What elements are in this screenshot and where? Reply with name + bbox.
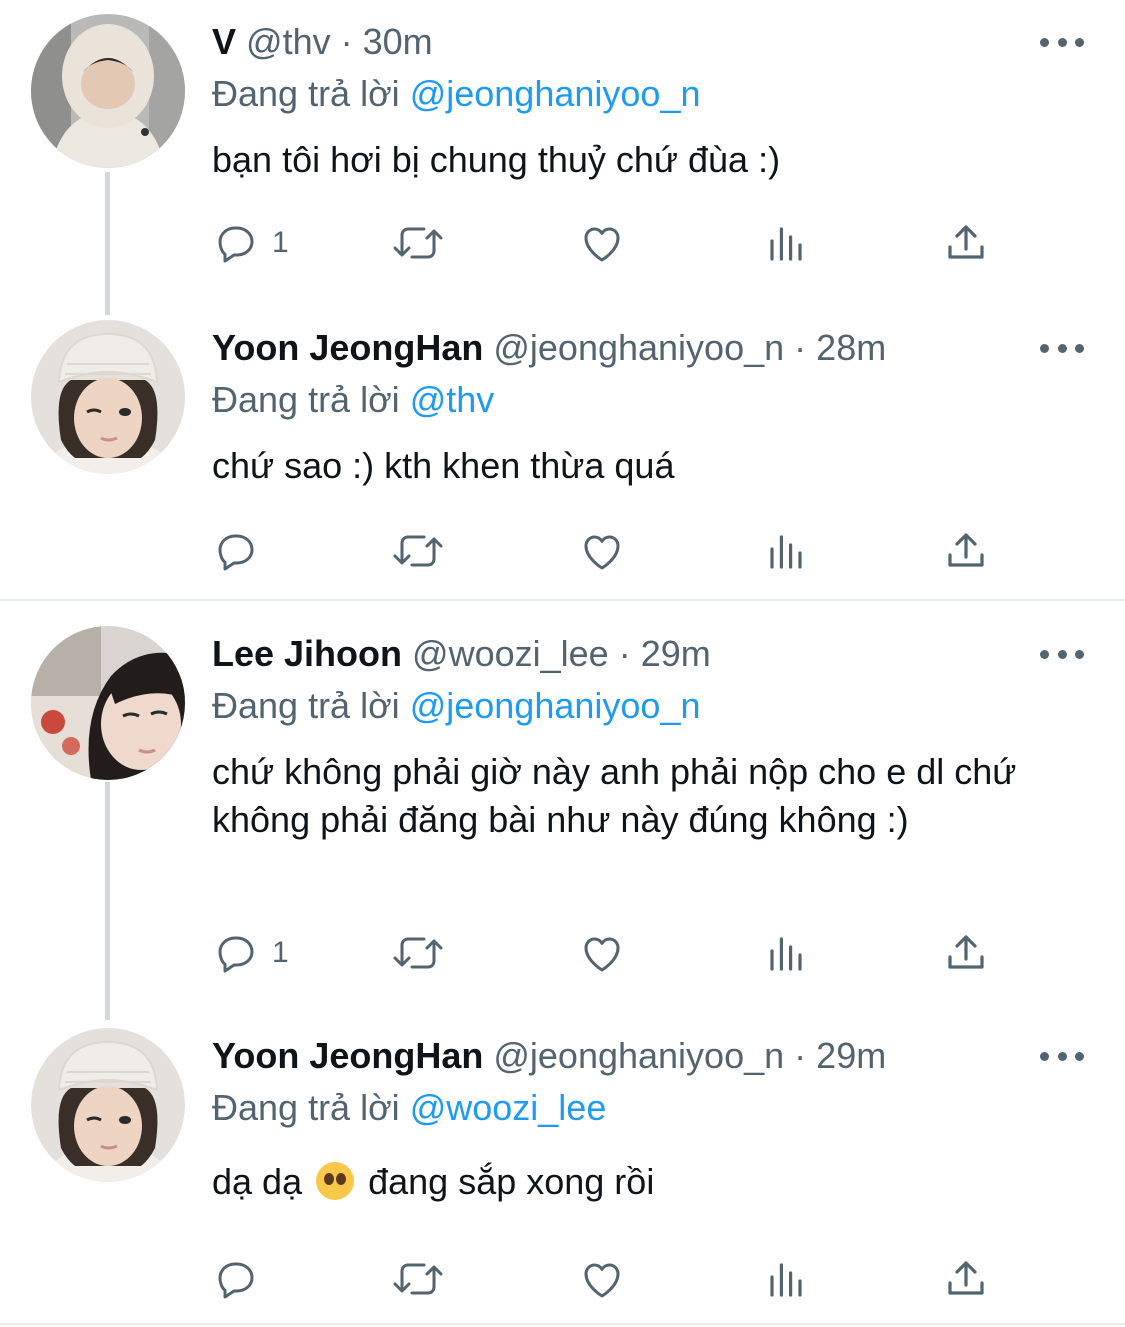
tweet-actions bbox=[212, 1254, 1012, 1304]
tweet-text: dạ dạ đang sắp xong rồi bbox=[212, 1158, 1092, 1206]
replying-to: Đang trả lời @jeonghaniyoo_n bbox=[212, 684, 700, 728]
share-button[interactable] bbox=[942, 928, 990, 978]
reply-icon bbox=[218, 1262, 254, 1299]
replying-to-handle[interactable]: @woozi_lee bbox=[410, 1087, 607, 1128]
tweet-actions bbox=[212, 526, 1012, 576]
replying-label: Đang trả lời bbox=[212, 1087, 400, 1128]
separator: · bbox=[618, 633, 631, 674]
replying-label: Đang trả lời bbox=[212, 685, 400, 726]
replying-to: Đang trả lời @thv bbox=[212, 378, 494, 422]
avatar[interactable] bbox=[31, 320, 185, 474]
retweet-icon bbox=[393, 1263, 443, 1295]
like-icon bbox=[584, 535, 620, 570]
avatar[interactable] bbox=[31, 1028, 185, 1182]
separator: · bbox=[340, 21, 353, 62]
timestamp[interactable]: 28m bbox=[816, 327, 886, 368]
tweet[interactable]: Lee Jihoon @woozi_lee · 29m Đang trả lời… bbox=[0, 604, 1125, 1020]
author-name[interactable]: Lee Jihoon bbox=[212, 633, 402, 674]
separator: · bbox=[794, 327, 807, 368]
retweet-icon bbox=[393, 937, 443, 969]
like-icon bbox=[584, 937, 620, 972]
retweet-button[interactable] bbox=[390, 1254, 446, 1304]
replying-to-handle[interactable]: @thv bbox=[410, 379, 495, 420]
analytics-button[interactable] bbox=[762, 928, 810, 978]
reply-count: 1 bbox=[272, 226, 289, 259]
reply-button[interactable]: 1 bbox=[212, 218, 289, 268]
reply-button[interactable]: 1 bbox=[212, 928, 289, 978]
like-button[interactable] bbox=[578, 218, 626, 268]
tweet[interactable]: V @thv · 30m Đang trả lời @jeonghaniyoo_… bbox=[0, 0, 1125, 310]
bottom-divider bbox=[0, 1323, 1125, 1325]
pleading-face-emoji bbox=[316, 1162, 355, 1200]
retweet-icon bbox=[393, 227, 443, 259]
avatar[interactable] bbox=[31, 14, 185, 168]
analytics-button[interactable] bbox=[762, 526, 810, 576]
like-button[interactable] bbox=[578, 526, 626, 576]
share-icon bbox=[948, 533, 984, 567]
reply-icon bbox=[218, 226, 254, 263]
timestamp[interactable]: 29m bbox=[816, 1035, 886, 1076]
more-icon[interactable] bbox=[1040, 1046, 1084, 1066]
tweet[interactable]: Yoon JeongHan @jeonghaniyoo_n · 29m Đang… bbox=[0, 1020, 1125, 1327]
author-name[interactable]: Yoon JeongHan bbox=[212, 1035, 483, 1076]
replying-to-handle[interactable]: @jeonghaniyoo_n bbox=[410, 73, 701, 114]
reply-icon bbox=[218, 936, 254, 973]
analytics-icon bbox=[770, 535, 802, 569]
tweet-header: V @thv · 30m bbox=[212, 20, 433, 64]
reply-count: 1 bbox=[272, 936, 289, 969]
author-name[interactable]: V bbox=[212, 21, 236, 62]
tweet[interactable]: Yoon JeongHan @jeonghaniyoo_n · 28m Đang… bbox=[0, 310, 1125, 600]
author-handle[interactable]: @thv bbox=[246, 21, 331, 62]
analytics-button[interactable] bbox=[762, 218, 810, 268]
like-icon bbox=[584, 1263, 620, 1298]
more-icon[interactable] bbox=[1040, 644, 1084, 664]
share-button[interactable] bbox=[942, 218, 990, 268]
share-icon bbox=[948, 1261, 984, 1295]
like-button[interactable] bbox=[578, 1254, 626, 1304]
share-button[interactable] bbox=[942, 526, 990, 576]
tweet-actions: 1 bbox=[212, 218, 1012, 268]
tweet-actions: 1 bbox=[212, 928, 1012, 978]
reply-button[interactable] bbox=[212, 526, 272, 576]
retweet-button[interactable] bbox=[390, 218, 446, 268]
timestamp[interactable]: 29m bbox=[641, 633, 711, 674]
analytics-icon bbox=[770, 1263, 802, 1297]
tweet-text: chứ không phải giờ này anh phải nộp cho … bbox=[212, 751, 1017, 840]
share-button[interactable] bbox=[942, 1254, 990, 1304]
tweet-header: Lee Jihoon @woozi_lee · 29m bbox=[212, 632, 711, 676]
replying-to: Đang trả lời @woozi_lee bbox=[212, 1086, 606, 1130]
reply-icon bbox=[218, 534, 254, 571]
replying-label: Đang trả lời bbox=[212, 73, 400, 114]
more-icon[interactable] bbox=[1040, 32, 1084, 52]
more-icon[interactable] bbox=[1040, 338, 1084, 358]
retweet-button[interactable] bbox=[390, 928, 446, 978]
analytics-button[interactable] bbox=[762, 1254, 810, 1304]
analytics-icon bbox=[770, 937, 802, 971]
like-icon bbox=[584, 227, 620, 262]
tweet-text: chứ sao :) kth khen thừa quá bbox=[212, 445, 675, 486]
share-icon bbox=[948, 225, 984, 259]
retweet-button[interactable] bbox=[390, 526, 446, 576]
separator: · bbox=[794, 1035, 807, 1076]
author-handle[interactable]: @woozi_lee bbox=[412, 633, 609, 674]
avatar[interactable] bbox=[31, 626, 185, 780]
tweet-header: Yoon JeongHan @jeonghaniyoo_n · 28m bbox=[212, 326, 886, 370]
author-handle[interactable]: @jeonghaniyoo_n bbox=[493, 1035, 784, 1076]
like-button[interactable] bbox=[578, 928, 626, 978]
analytics-icon bbox=[770, 227, 802, 261]
reply-button[interactable] bbox=[212, 1254, 272, 1304]
tweet-text: bạn tôi hơi bị chung thuỷ chứ đùa :) bbox=[212, 139, 781, 180]
tweet-text-part: dạ dạ bbox=[212, 1161, 303, 1202]
tweet-header: Yoon JeongHan @jeonghaniyoo_n · 29m bbox=[212, 1034, 886, 1078]
tweet-text-part: đang sắp xong rồi bbox=[358, 1161, 655, 1202]
author-name[interactable]: Yoon JeongHan bbox=[212, 327, 483, 368]
retweet-icon bbox=[393, 535, 443, 567]
author-handle[interactable]: @jeonghaniyoo_n bbox=[493, 327, 784, 368]
share-icon bbox=[948, 935, 984, 969]
replying-to-handle[interactable]: @jeonghaniyoo_n bbox=[410, 685, 701, 726]
replying-label: Đang trả lời bbox=[212, 379, 400, 420]
timestamp[interactable]: 30m bbox=[363, 21, 433, 62]
thread-divider bbox=[0, 599, 1125, 601]
replying-to: Đang trả lời @jeonghaniyoo_n bbox=[212, 72, 700, 116]
